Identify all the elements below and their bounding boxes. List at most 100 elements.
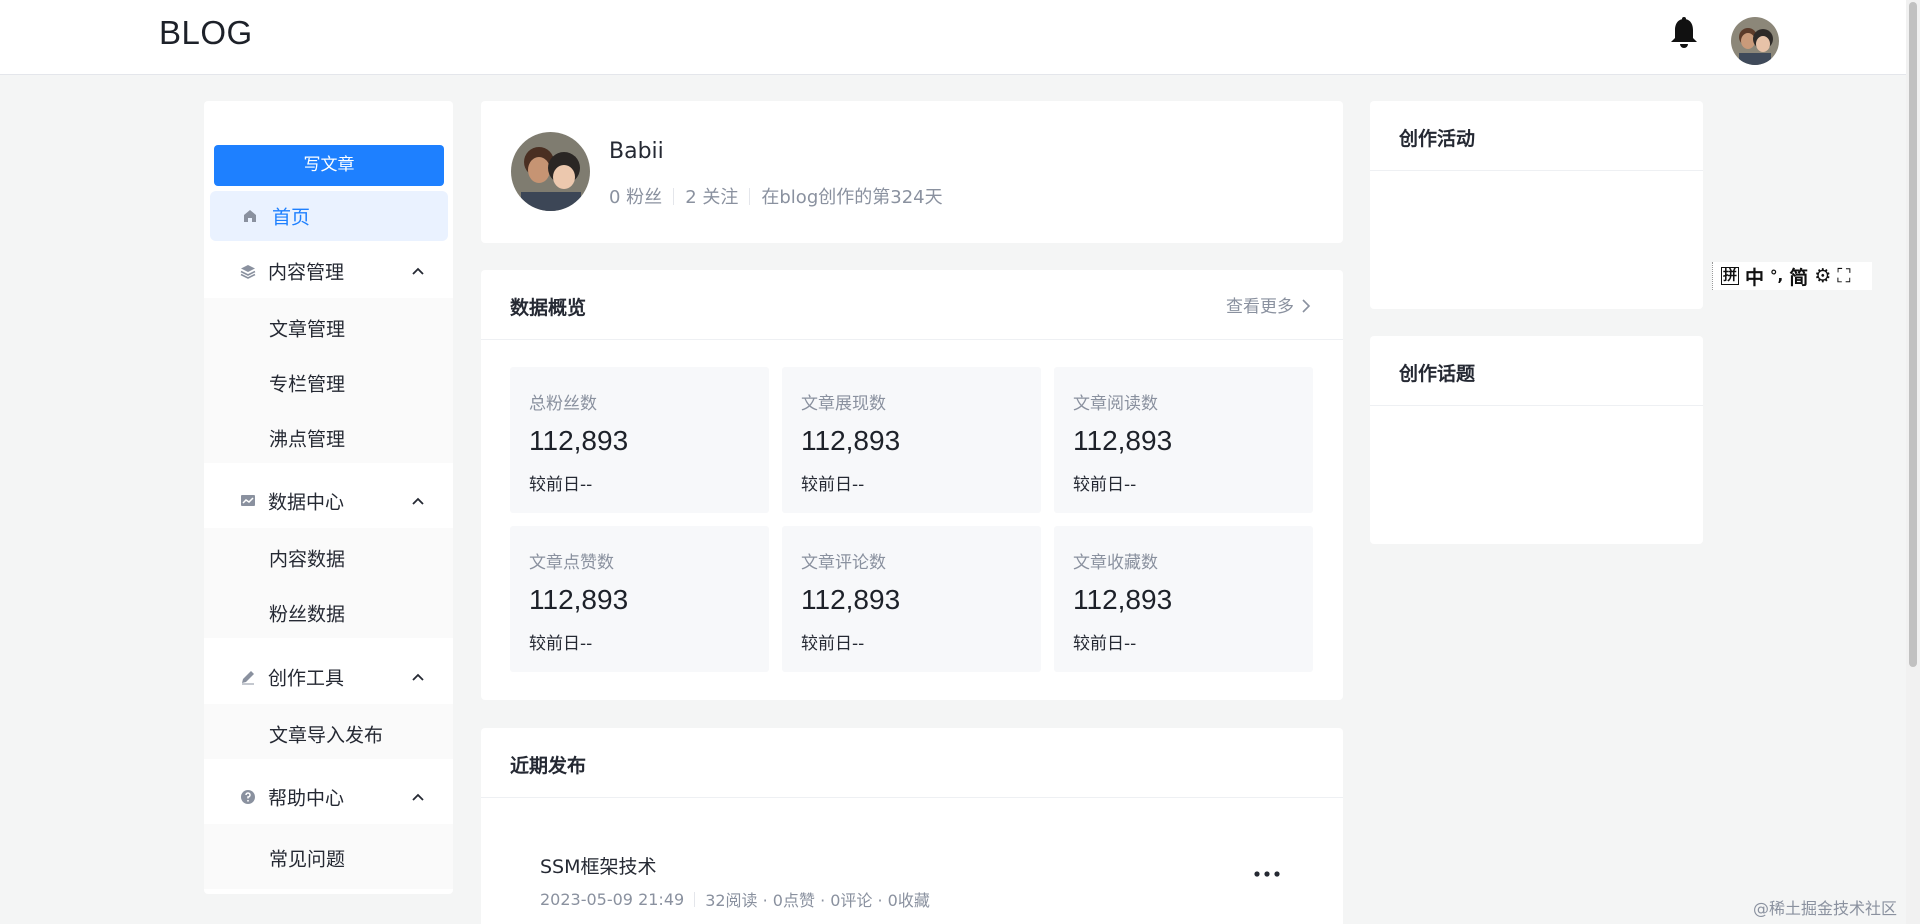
pen-icon [242, 670, 254, 684]
stat-article-comments[interactable]: 文章评论数 112,893 较前日-- [782, 526, 1041, 672]
chart-icon [241, 494, 255, 506]
stat-change: 较前日-- [529, 634, 593, 654]
ime-pinyin-icon[interactable]: 拼 [1721, 267, 1739, 285]
sidebar-item-label: 内容数据 [269, 548, 346, 570]
post-title[interactable]: SSM框架技术 [540, 852, 657, 879]
stat-value: 112,893 [1073, 425, 1173, 456]
sidebar-group-label: 数据中心 [268, 491, 345, 513]
profile-name[interactable]: Babii [609, 139, 664, 164]
stat-label: 文章收藏数 [1073, 553, 1158, 573]
stat-article-reads[interactable]: 文章阅读数 112,893 较前日-- [1054, 367, 1313, 513]
more-options-icon[interactable] [1251, 866, 1283, 882]
recent-posts-card: 近期发布 SSM框架技术 2023-05-09 21:49 32阅读 · 0点赞… [481, 728, 1343, 924]
topics-title: 创作话题 [1399, 363, 1476, 385]
user-avatar[interactable] [1731, 17, 1779, 65]
post-meta: 2023-05-09 21:49 32阅读 · 0点赞 · 0评论 · 0收藏 [540, 887, 930, 911]
bell-icon[interactable] [1669, 17, 1699, 49]
recent-title: 近期发布 [510, 755, 587, 777]
divider [481, 339, 1343, 340]
sidebar-item-content-data[interactable]: 内容数据 [204, 530, 453, 585]
write-article-button[interactable]: 写文章 [214, 145, 444, 186]
chevron-up-icon[interactable] [412, 673, 424, 681]
sidebar-item-label: 首页 [272, 206, 311, 229]
sidebar-group-label: 创作工具 [268, 667, 345, 689]
sidebar-item-label: 文章管理 [269, 318, 346, 340]
sidebar-item-label: 文章导入发布 [269, 724, 384, 746]
sidebar-group-label: 内容管理 [268, 261, 345, 283]
stat-change: 较前日-- [1073, 634, 1137, 654]
stat-label: 文章展现数 [801, 394, 886, 414]
stat-change: 较前日-- [801, 475, 865, 495]
ime-settings-icon[interactable]: ⚙ [1814, 265, 1831, 287]
sidebar-item-import[interactable]: 文章导入发布 [204, 706, 453, 761]
scrollbar-thumb[interactable] [1909, 2, 1917, 667]
sidebar-group-data[interactable]: 数据中心 [204, 473, 453, 528]
sidebar-group-label: 帮助中心 [268, 787, 345, 809]
stat-change: 较前日-- [801, 634, 865, 654]
chevron-up-icon[interactable] [412, 793, 424, 801]
stat-article-impressions[interactable]: 文章展现数 112,893 较前日-- [782, 367, 1041, 513]
following-count[interactable]: 2 关注 [685, 183, 738, 209]
sidebar-item-label: 粉丝数据 [269, 603, 346, 625]
vertical-scrollbar[interactable] [1906, 0, 1920, 924]
creation-days: 在blog创作的第324天 [761, 187, 943, 208]
stat-value: 112,893 [801, 584, 901, 615]
data-overview-card: 数据概览 查看更多 总粉丝数 112,893 较前日-- 文章展现数 112,8… [481, 270, 1343, 700]
home-icon [244, 210, 256, 222]
stat-label: 文章点赞数 [529, 553, 614, 573]
help-icon [241, 789, 255, 804]
post-date: 2023-05-09 21:49 [540, 889, 685, 909]
sidebar-item-articles[interactable]: 文章管理 [204, 300, 453, 355]
profile-card: Babii 0 粉丝 2 关注 在blog创作的第324天 [481, 101, 1343, 243]
followers-count[interactable]: 0 粉丝 [609, 183, 662, 209]
sidebar-group-content[interactable]: 内容管理 [204, 243, 453, 298]
logo[interactable]: BLOG [159, 14, 253, 52]
stat-article-likes[interactable]: 文章点赞数 112,893 较前日-- [510, 526, 769, 672]
sidebar-group-tools[interactable]: 创作工具 [204, 649, 453, 704]
creation-activity-card: 创作活动 [1370, 101, 1703, 309]
ime-punctuation-icon[interactable]: °, [1770, 267, 1783, 285]
sidebar-item-label: 常见问题 [269, 848, 346, 870]
ime-chinese-mode-icon[interactable]: 中 [1745, 263, 1764, 290]
profile-stats: 0 粉丝 2 关注 在blog创作的第324天 [609, 183, 943, 209]
stat-value: 112,893 [529, 584, 629, 615]
watermark: @稀土掘金技术社区 [1753, 899, 1898, 918]
sidebar-item-fans-data[interactable]: 粉丝数据 [204, 585, 453, 640]
sidebar-item-label: 沸点管理 [269, 428, 346, 450]
stat-value: 112,893 [1073, 584, 1173, 615]
activity-title: 创作活动 [1399, 128, 1476, 150]
stat-label: 总粉丝数 [529, 394, 597, 414]
profile-avatar[interactable] [511, 132, 590, 211]
sidebar-group-help[interactable]: 帮助中心 [204, 769, 453, 824]
layers-icon [240, 264, 256, 279]
stat-label: 文章评论数 [801, 553, 886, 573]
ime-simplified-icon[interactable]: 简 [1789, 263, 1808, 290]
ime-expand-icon[interactable]: ⛶ [1837, 265, 1850, 287]
stat-change: 较前日-- [1073, 475, 1137, 495]
divider [673, 187, 675, 205]
sidebar-item-label: 专栏管理 [269, 373, 346, 395]
sidebar-item-columns[interactable]: 专栏管理 [204, 355, 453, 410]
see-more-link[interactable]: 查看更多 [1226, 292, 1311, 317]
creation-topics-card: 创作话题 [1370, 336, 1703, 544]
sidebar-item-home[interactable]: 首页 [210, 191, 448, 241]
sidebar-item-faq[interactable]: 常见问题 [204, 830, 453, 885]
ime-toolbar: 拼 中 °, 简 ⚙ ⛶ [1712, 262, 1872, 290]
stat-article-collections[interactable]: 文章收藏数 112,893 较前日-- [1054, 526, 1313, 672]
divider [749, 187, 751, 205]
divider [481, 797, 1343, 798]
sidebar-item-pins[interactable]: 沸点管理 [204, 410, 453, 465]
top-header: BLOG [0, 0, 1906, 75]
stat-change: 较前日-- [529, 475, 593, 495]
chevron-up-icon[interactable] [412, 267, 424, 275]
divider [1370, 170, 1703, 171]
stat-label: 文章阅读数 [1073, 394, 1158, 414]
sidebar: 写文章 首页 内容管理 文章管理 专栏管理 沸点管理 数据中心 内容数据 粉丝数… [204, 101, 453, 894]
stat-total-fans[interactable]: 总粉丝数 112,893 较前日-- [510, 367, 769, 513]
stat-value: 112,893 [529, 425, 629, 456]
chevron-up-icon[interactable] [412, 497, 424, 505]
divider [1370, 405, 1703, 406]
chevron-right-icon [1302, 299, 1311, 313]
post-stats: 32阅读 · 0点赞 · 0评论 · 0收藏 [705, 891, 930, 910]
divider [694, 891, 696, 907]
